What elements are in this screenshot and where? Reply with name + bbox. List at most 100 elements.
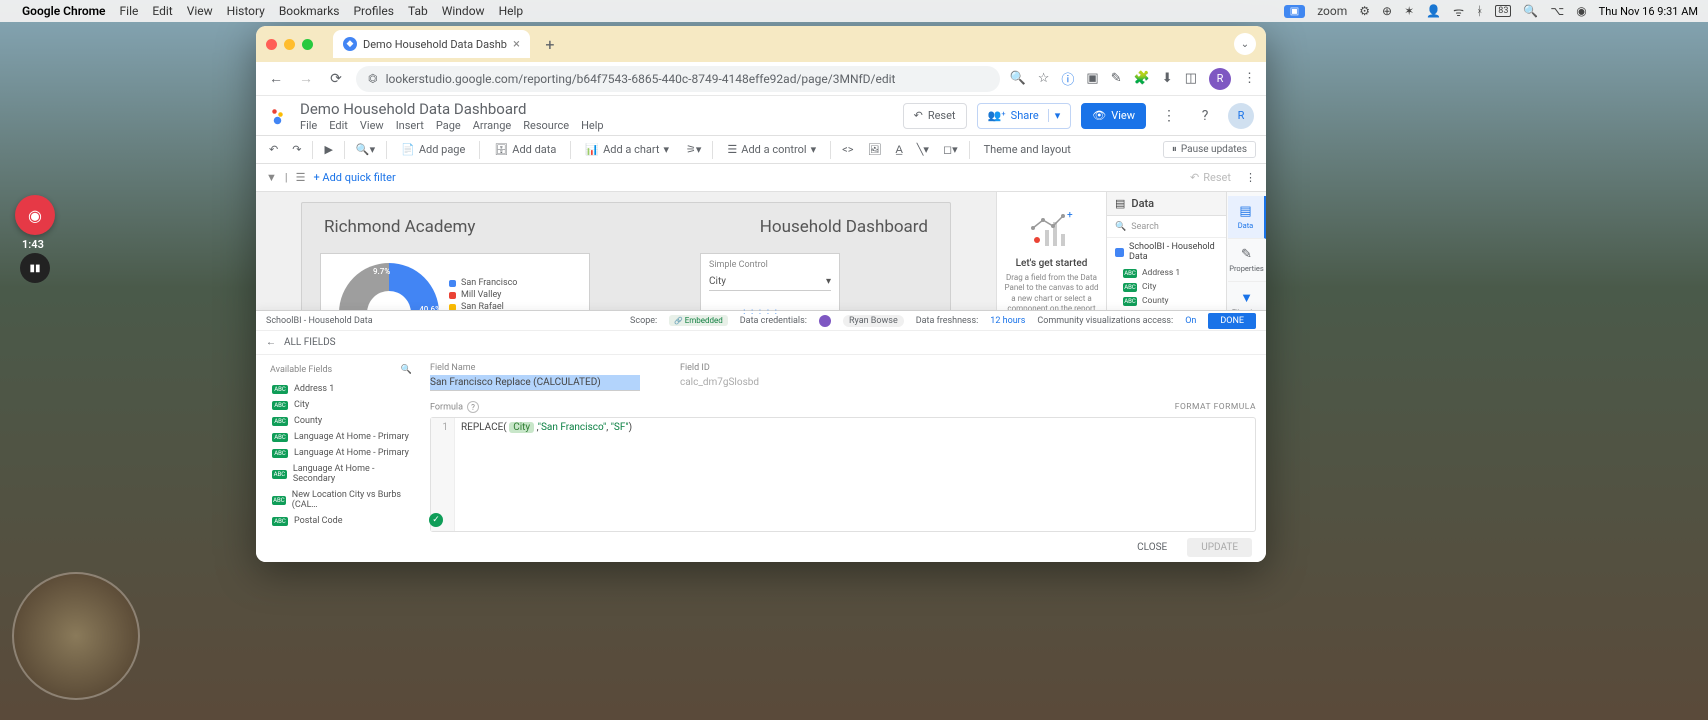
window-close-button[interactable] [266, 39, 277, 50]
menu-history[interactable]: History [227, 4, 265, 18]
zoom-icon[interactable]: 🔍 [1010, 71, 1026, 86]
field-chip[interactable]: City [509, 422, 534, 433]
update-button[interactable]: UPDATE [1187, 538, 1252, 557]
looker-logo-icon[interactable] [268, 105, 290, 127]
share-button[interactable]: 👥⁺Share▾ [977, 103, 1072, 129]
download-icon[interactable]: ⬇ [1162, 71, 1173, 86]
dropdown-icon[interactable]: ▾ [826, 276, 831, 287]
menu-help[interactable]: Help [499, 4, 524, 18]
tab-list-button[interactable]: ⌄ [1234, 33, 1256, 55]
add-chart-button[interactable]: 📊Add a chart ▾ [579, 139, 675, 161]
tab-close-icon[interactable]: × [513, 37, 520, 52]
data-field[interactable]: ABCAddress 1 [1107, 266, 1226, 280]
available-field[interactable]: ABCCity [266, 397, 416, 413]
shape-button[interactable]: ◻▾ [940, 139, 961, 161]
formula-editor[interactable]: 1 REPLACE( City ,"San Francisco", "SF") … [430, 417, 1256, 532]
ls-menu-insert[interactable]: Insert [396, 119, 424, 132]
menu-bookmarks[interactable]: Bookmarks [279, 4, 340, 18]
ls-menu-view[interactable]: View [360, 119, 384, 132]
extensions-icon[interactable]: 🧩 [1134, 71, 1150, 86]
search-icon[interactable]: 🔍 [401, 365, 412, 375]
zoom-indicator[interactable]: ▣ [1284, 5, 1305, 18]
share-dropdown-icon[interactable]: ▾ [1048, 109, 1061, 122]
webcam-overlay[interactable] [12, 572, 140, 700]
community-viz-value[interactable]: On [1185, 316, 1196, 326]
formula-code[interactable]: REPLACE( City ,"San Francisco", "SF") [455, 418, 1255, 531]
available-field[interactable]: ABCCounty [266, 413, 416, 429]
reset-button[interactable]: ↶Reset [903, 103, 967, 129]
community-viz-button[interactable]: ⚞▾ [683, 139, 704, 161]
pause-updates-button[interactable]: ⏸Pause updates [1163, 141, 1256, 158]
add-control-button[interactable]: ☰Add a control ▾ [721, 139, 822, 161]
clock[interactable]: Thu Nov 16 9:31 AM [1599, 5, 1698, 18]
profile-avatar[interactable]: R [1209, 68, 1231, 90]
available-field[interactable]: ABCAddress 1 [266, 381, 416, 397]
available-field[interactable]: ABCPostal Code [266, 513, 416, 529]
control-center-icon[interactable]: ⌥ [1550, 4, 1564, 18]
all-fields-link[interactable]: ALL FIELDS [284, 337, 336, 348]
redo-button[interactable]: ↷ [289, 139, 304, 161]
ls-menu-file[interactable]: File [300, 119, 317, 132]
report-title[interactable]: Demo Household Data Dashboard [300, 100, 604, 118]
back-button[interactable]: ← [266, 70, 286, 87]
omnibox[interactable]: ⏣ lookerstudio.google.com/reporting/b64f… [356, 66, 1000, 92]
add-data-button[interactable]: 🗄Add data [488, 139, 562, 161]
help-icon[interactable]: ? [1192, 103, 1218, 129]
image-button[interactable]: 🖼 [864, 139, 884, 161]
filter-reset-button[interactable]: ↶Reset [1190, 171, 1231, 184]
siri-icon[interactable]: ◉ [1576, 4, 1586, 18]
ls-menu-edit[interactable]: Edit [329, 119, 348, 132]
line-button[interactable]: ╲▾ [914, 139, 932, 161]
record-button[interactable]: ◉ [15, 195, 55, 235]
close-button[interactable]: CLOSE [1127, 538, 1177, 557]
rail-tab-properties[interactable]: ✎Properties [1228, 239, 1266, 282]
undo-button[interactable]: ↶ [266, 139, 281, 161]
filter-options-icon[interactable]: ☰ [296, 171, 306, 184]
text-button[interactable]: A̲ [892, 139, 905, 161]
available-field[interactable]: ABCLanguage At Home - Primary [266, 429, 416, 445]
ls-menu-page[interactable]: Page [436, 119, 461, 132]
window-maximize-button[interactable] [302, 39, 313, 50]
reload-button[interactable]: ⟳ [326, 71, 346, 87]
menu-edit[interactable]: Edit [152, 4, 172, 18]
extension-icon[interactable]: ⓘ [1061, 69, 1074, 88]
more-options-icon[interactable]: ⋮ [1156, 103, 1182, 129]
formula-help-icon[interactable]: ? [467, 401, 479, 413]
available-field[interactable]: ABCNew Location City vs Burbs (CAL… [266, 487, 416, 513]
format-formula-button[interactable]: FORMAT FORMULA [1175, 402, 1256, 412]
menu-view[interactable]: View [187, 4, 213, 18]
menu-tab[interactable]: Tab [408, 4, 428, 18]
ls-menu-arrange[interactable]: Arrange [473, 119, 511, 132]
credentials-user[interactable]: Ryan Bowse [843, 315, 904, 327]
zoom-tool[interactable]: 🔍▾ [353, 139, 378, 161]
available-field[interactable]: ABCRace [266, 529, 416, 532]
browser-tab[interactable]: ◆ Demo Household Data Dashb × [333, 30, 530, 58]
menu-profiles[interactable]: Profiles [353, 4, 394, 18]
theme-button[interactable]: Theme and layout [978, 139, 1077, 161]
window-minimize-button[interactable] [284, 39, 295, 50]
extension-icon[interactable]: ▣ [1086, 71, 1098, 86]
pause-button[interactable]: ▮▮ [20, 253, 50, 283]
view-button[interactable]: 👁View [1081, 103, 1146, 129]
rail-tab-data[interactable]: ▤Data [1228, 196, 1266, 239]
back-arrow-icon[interactable]: ← [266, 337, 276, 348]
user-avatar[interactable]: R [1228, 103, 1254, 129]
ls-menu-help[interactable]: Help [581, 119, 604, 132]
lock-icon[interactable]: ⏣ [368, 72, 378, 85]
new-tab-button[interactable]: + [538, 32, 562, 56]
add-quick-filter-button[interactable]: + Add quick filter [313, 171, 395, 184]
data-search[interactable]: 🔍Search [1107, 216, 1226, 238]
menu-window[interactable]: Window [442, 4, 485, 18]
selection-tool[interactable]: ▶ [321, 139, 335, 161]
extension-icon[interactable]: ✎ [1111, 71, 1122, 86]
chrome-menu-icon[interactable]: ⋮ [1243, 71, 1256, 86]
field-name-input[interactable]: San Francisco Replace (CALCULATED) [430, 375, 640, 391]
data-field[interactable]: ABCCounty [1107, 294, 1226, 308]
funnel-icon[interactable]: ▼ [266, 171, 277, 184]
data-source[interactable]: SchoolBI - Household Data [1107, 238, 1226, 266]
filter-more-icon[interactable]: ⋮ [1245, 171, 1256, 184]
freshness-value[interactable]: 12 hours [990, 316, 1025, 326]
sidepanel-icon[interactable]: ◫ [1185, 71, 1197, 86]
done-button[interactable]: DONE [1208, 313, 1256, 329]
data-field[interactable]: ABCCity [1107, 280, 1226, 294]
